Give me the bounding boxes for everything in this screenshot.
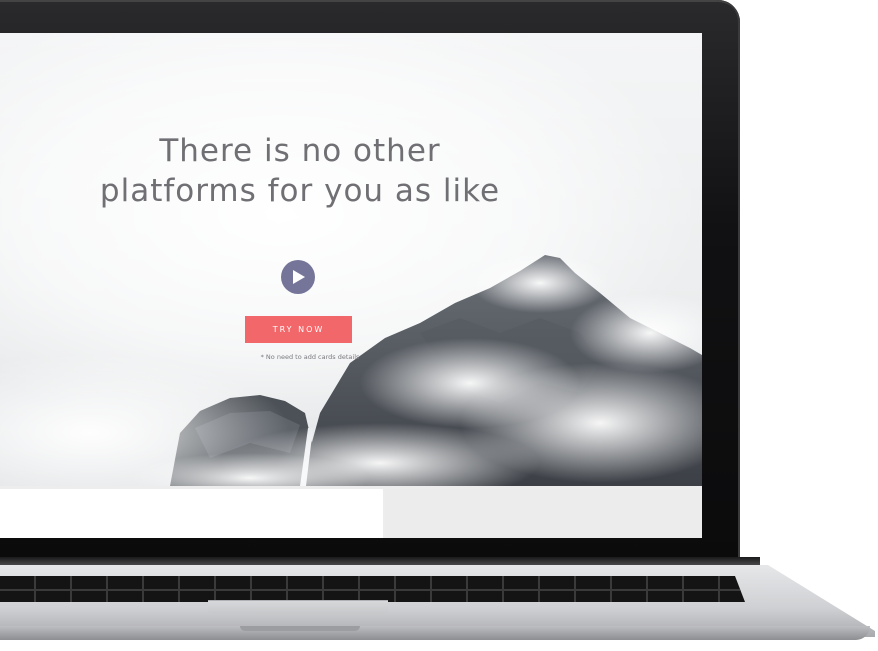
play-icon xyxy=(293,270,305,284)
mountain-fog-image xyxy=(0,253,702,486)
trackpad xyxy=(208,600,388,614)
content-panel-left xyxy=(0,489,383,538)
content-panel-right xyxy=(385,489,702,538)
laptop-front-lip xyxy=(0,626,870,640)
no-card-note: * No need to add cards details xyxy=(260,353,360,361)
laptop-screen: There is no other platforms for you as l… xyxy=(0,33,702,538)
try-now-button[interactable]: TRY NOW xyxy=(245,316,352,343)
laptop-lid: There is no other platforms for you as l… xyxy=(0,0,740,566)
laptop-notch xyxy=(240,626,360,631)
keyboard-row-divider xyxy=(0,589,740,591)
play-video-button[interactable] xyxy=(281,260,315,294)
hero-section: There is no other platforms for you as l… xyxy=(0,33,702,486)
hero-headline-line2: platforms for you as like xyxy=(99,173,501,209)
hero-headline-line1: There is no other xyxy=(159,133,441,169)
